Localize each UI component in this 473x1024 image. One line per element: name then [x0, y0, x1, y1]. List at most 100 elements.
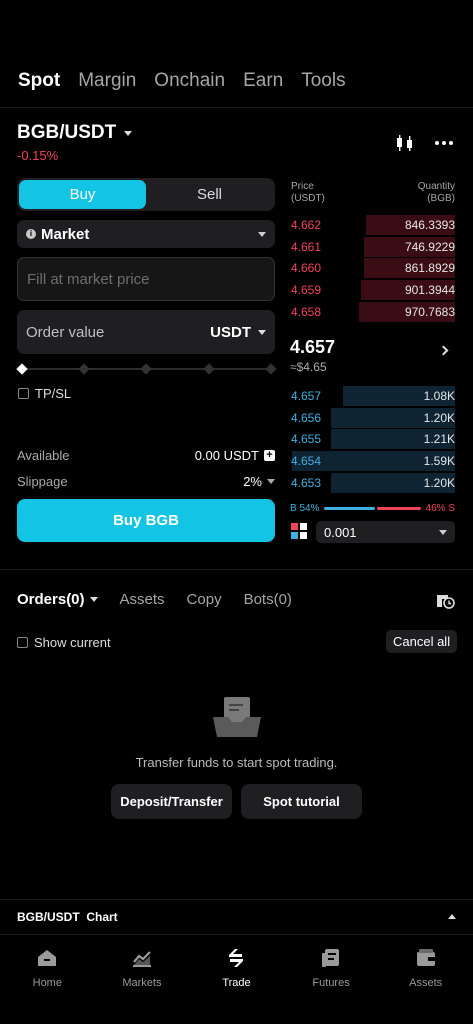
- order-value-input[interactable]: Order value USDT: [17, 310, 275, 354]
- ask-row[interactable]: 4.658 970.7683: [290, 301, 455, 322]
- tab-onchain[interactable]: Onchain: [154, 70, 225, 92]
- sell-tab[interactable]: Sell: [146, 180, 273, 209]
- cancel-all-button[interactable]: Cancel all: [386, 630, 458, 653]
- precision-select[interactable]: 0.001: [316, 521, 455, 543]
- buy-button[interactable]: Buy BGB: [17, 499, 275, 542]
- nav-assets-label: Assets: [409, 977, 443, 989]
- show-current-label: Show current: [34, 635, 111, 650]
- tab-copy[interactable]: Copy: [187, 591, 222, 608]
- pair-change: -0.15%: [17, 148, 59, 163]
- slider-step-50[interactable]: [140, 363, 152, 375]
- tab-orders[interactable]: Orders(0): [17, 591, 98, 608]
- slider-step-25[interactable]: [78, 363, 90, 375]
- side-toggle: Buy Sell: [17, 178, 275, 211]
- buy-sell-ratio: B 54% 46% S: [290, 503, 455, 514]
- chevron-right-icon[interactable]: [438, 345, 449, 356]
- nav-home-label: Home: [32, 977, 62, 989]
- orders-tabs: Orders(0) Assets Copy Bots(0): [17, 591, 292, 608]
- empty-state-text: Transfer funds to start spot trading.: [135, 755, 338, 770]
- bid-row[interactable]: 4.654 1.59K: [290, 451, 455, 472]
- tpsl-toggle[interactable]: TP/SL: [18, 386, 71, 401]
- available-value: 0.00 USDT: [194, 448, 259, 463]
- order-value-unit-select[interactable]: USDT: [210, 324, 266, 341]
- deposit-transfer-button[interactable]: Deposit/Transfer: [111, 784, 232, 819]
- nav-futures[interactable]: Futures: [284, 935, 379, 1024]
- empty-folder-icon: [213, 697, 261, 737]
- order-value-unit: USDT: [210, 323, 251, 341]
- orderbook-layout-icon[interactable]: [291, 523, 307, 539]
- bid-price: 4.653: [291, 475, 322, 490]
- ask-row[interactable]: 4.662 846.3393: [290, 215, 455, 235]
- spot-tutorial-button[interactable]: Spot tutorial: [241, 784, 362, 819]
- slippage-select[interactable]: 2%: [243, 474, 275, 489]
- ask-quantity: 746.9229: [404, 239, 455, 254]
- bid-row[interactable]: 4.657 1.08K: [290, 386, 455, 406]
- tpsl-label: TP/SL: [35, 386, 72, 401]
- buy-tab[interactable]: Buy: [19, 180, 146, 209]
- bid-quantity: 1.08K: [423, 389, 455, 403]
- order-history-icon[interactable]: [436, 592, 455, 609]
- ask-price: 4.660: [291, 261, 322, 276]
- nav-markets-label: Markets: [122, 977, 162, 989]
- price-header: Price (USDT): [291, 181, 325, 204]
- ask-price: 4.661: [291, 239, 322, 254]
- quantity-header: Quantity (BGB): [417, 181, 455, 204]
- home-icon: [38, 950, 57, 966]
- top-tabs: Spot Margin Onchain Earn Tools: [18, 70, 346, 92]
- slider-handle[interactable]: [16, 363, 28, 375]
- bid-quantity: 1.21K: [423, 432, 455, 447]
- price-input[interactable]: Fill at market price: [17, 257, 275, 301]
- bid-row[interactable]: 4.656 1.20K: [290, 407, 455, 428]
- nav-home[interactable]: Home: [0, 935, 95, 1024]
- nav-markets[interactable]: Markets: [95, 935, 190, 1024]
- bottom-nav: Home Markets Trade Futures Assets: [0, 934, 473, 1024]
- chart-bar-label: BGB/USDT Chart: [17, 909, 118, 924]
- info-icon: i: [26, 229, 36, 239]
- add-funds-icon[interactable]: +: [264, 450, 275, 461]
- ask-row[interactable]: 4.659 901.3944: [290, 280, 455, 301]
- wallet-icon: [416, 949, 435, 966]
- tab-margin[interactable]: Margin: [78, 70, 136, 92]
- show-current-checkbox[interactable]: [17, 637, 28, 648]
- last-price-usd: ≈$4.65: [290, 360, 327, 374]
- candlestick-chart-icon[interactable]: [396, 133, 414, 153]
- nav-assets[interactable]: Assets: [378, 935, 473, 1024]
- top-divider: [0, 107, 473, 108]
- tab-orders-label: Orders(0): [17, 591, 85, 608]
- bid-row[interactable]: 4.653 1.20K: [290, 472, 455, 493]
- tab-earn[interactable]: Earn: [243, 70, 283, 92]
- slippage-label: Slippage: [17, 474, 68, 489]
- slider-step-75[interactable]: [203, 363, 215, 375]
- more-icon[interactable]: [435, 141, 453, 145]
- slider-step-100[interactable]: [265, 363, 277, 375]
- chevron-down-icon: [258, 231, 266, 237]
- bid-quantity: 1.20K: [423, 475, 455, 490]
- ask-quantity: 901.3944: [404, 283, 455, 298]
- order-type-select[interactable]: i Market: [17, 220, 275, 248]
- ask-row[interactable]: 4.661 746.9229: [290, 236, 455, 257]
- precision-value: 0.001: [324, 524, 357, 540]
- show-current-toggle[interactable]: Show current: [17, 635, 111, 650]
- ask-price: 4.658: [291, 304, 322, 319]
- tab-spot[interactable]: Spot: [18, 70, 60, 92]
- bid-quantity: 1.20K: [423, 410, 455, 425]
- bid-price: 4.654: [291, 454, 322, 469]
- tab-assets[interactable]: Assets: [120, 591, 165, 608]
- chevron-up-icon: [448, 914, 456, 919]
- bid-row[interactable]: 4.655 1.21K: [290, 429, 455, 450]
- amount-slider[interactable]: [16, 363, 277, 375]
- tpsl-checkbox[interactable]: [18, 388, 29, 399]
- chevron-down-icon: [439, 529, 447, 535]
- pair-selector[interactable]: BGB/USDT: [17, 122, 133, 144]
- tab-tools[interactable]: Tools: [301, 70, 345, 92]
- ask-quantity: 970.7683: [404, 304, 455, 319]
- ask-price: 4.659: [291, 283, 322, 298]
- slippage-value: 2%: [243, 474, 262, 489]
- ask-row[interactable]: 4.660 861.8929: [290, 258, 455, 279]
- tab-bots[interactable]: Bots(0): [244, 591, 292, 608]
- nav-trade[interactable]: Trade: [189, 935, 284, 1024]
- chart-toggle-bar[interactable]: BGB/USDT Chart: [0, 899, 473, 933]
- bid-price: 4.656: [291, 410, 322, 425]
- available-row: Available 0.00 USDT +: [17, 448, 275, 463]
- order-type-value: Market: [41, 225, 90, 243]
